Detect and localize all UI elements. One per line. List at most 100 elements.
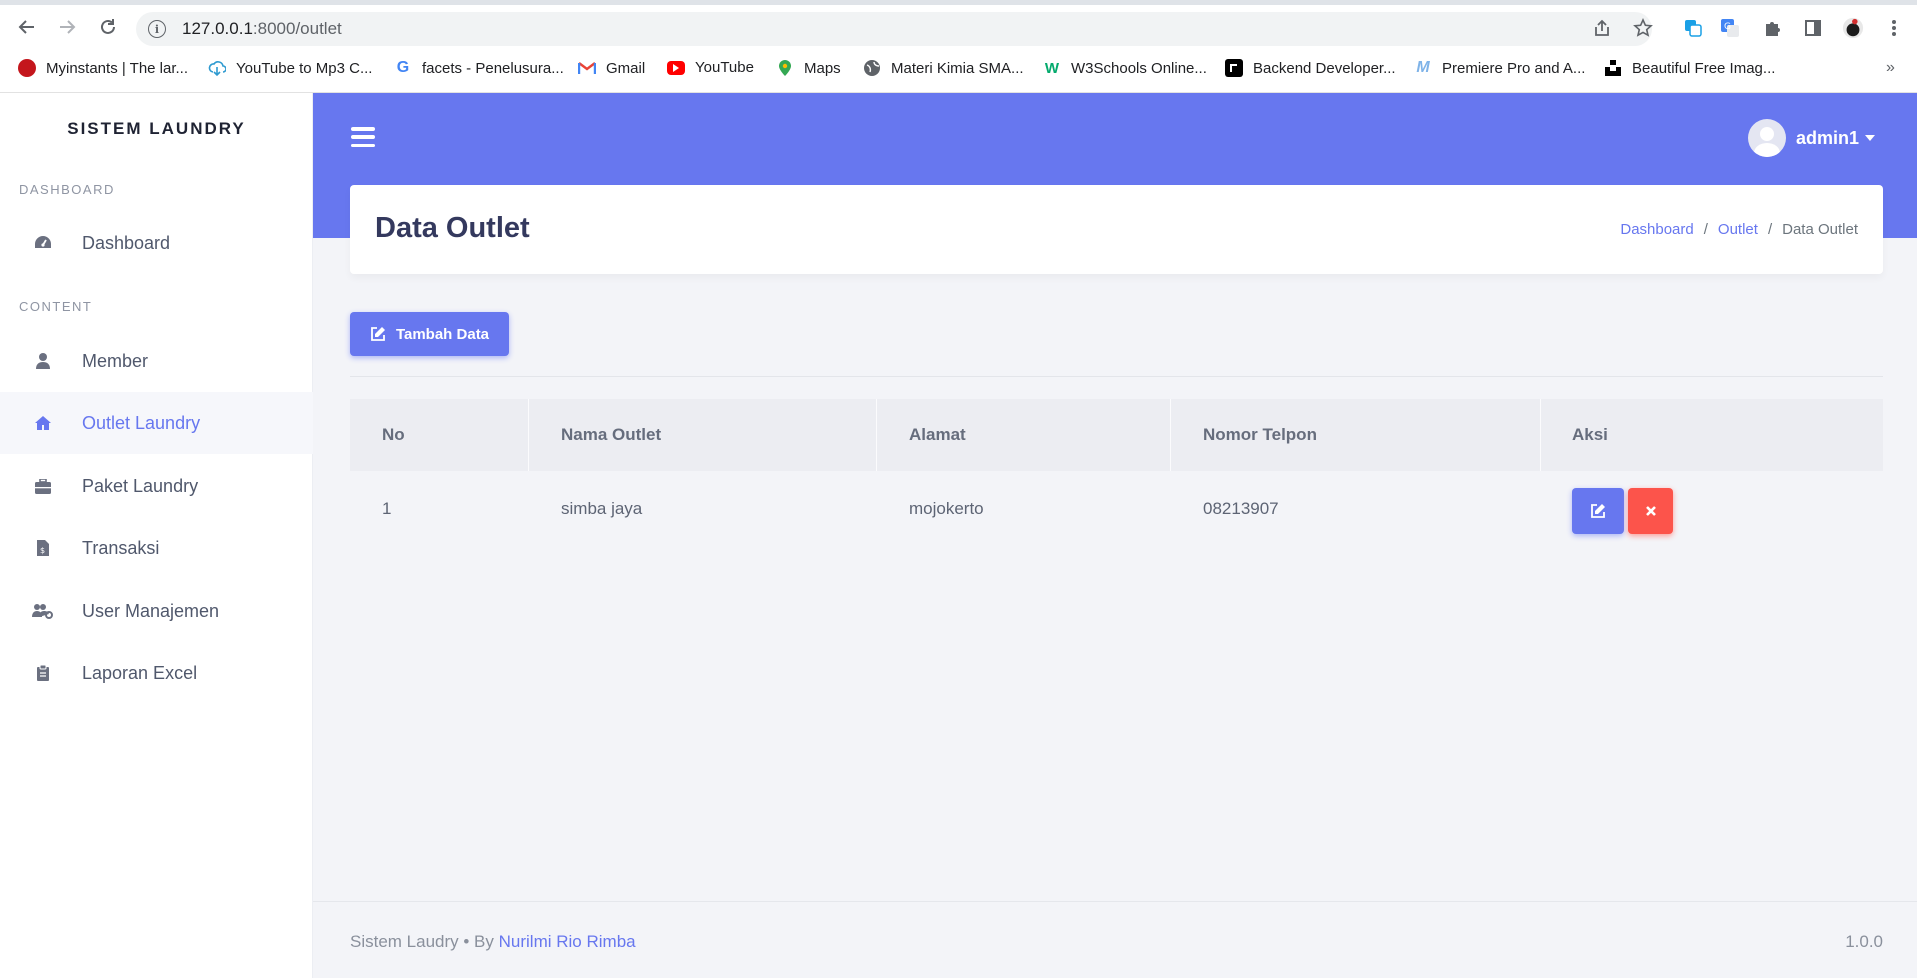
sidebar-item-outlet-laundry[interactable]: Outlet Laundry bbox=[0, 392, 313, 454]
download-cloud-icon bbox=[208, 59, 226, 77]
tab-strip bbox=[0, 0, 1917, 5]
bookmarks-bar: Myinstants | The lar... YouTube to Mp3 C… bbox=[0, 55, 1917, 85]
column-divider bbox=[1540, 399, 1541, 471]
bookmark-item[interactable]: W W3Schools Online... bbox=[1043, 59, 1207, 77]
sidebar-item-label: Outlet Laundry bbox=[82, 412, 201, 433]
roadmap-icon bbox=[1225, 59, 1243, 77]
speedometer-icon bbox=[32, 232, 54, 254]
maps-icon bbox=[776, 59, 794, 77]
sidebar-item-laporan-excel[interactable]: Laporan Excel bbox=[0, 642, 313, 704]
column-header-aksi: Aksi bbox=[1572, 425, 1608, 444]
sidebar-item-dashboard[interactable]: Dashboard bbox=[0, 212, 313, 274]
column-divider bbox=[876, 399, 877, 471]
column-header-nama-outlet[interactable]: Nama Outlet bbox=[561, 425, 661, 445]
invoice-icon: $ bbox=[32, 537, 54, 559]
divider bbox=[350, 376, 1883, 377]
edit-button[interactable] bbox=[1572, 488, 1624, 534]
avatar bbox=[1747, 119, 1786, 157]
address-bar[interactable]: i 127.0.0.1:8000/outlet bbox=[136, 12, 1652, 46]
footer-version: 1.0.0 bbox=[1845, 932, 1883, 951]
forward-icon[interactable] bbox=[55, 15, 79, 39]
bookmark-item[interactable]: Gfacets - Penelusura... bbox=[394, 59, 564, 77]
sidebar: SISTEM LAUNDRY DASHBOARD Dashboard CONTE… bbox=[0, 93, 313, 978]
delete-button[interactable] bbox=[1628, 488, 1673, 534]
breadcrumb-dashboard[interactable]: Dashboard bbox=[1620, 221, 1693, 238]
svg-text:G: G bbox=[1724, 22, 1731, 32]
site-info-icon[interactable]: i bbox=[148, 20, 166, 38]
table-header: No Nama Outlet Alamat Nomor Telpon Aksi bbox=[350, 399, 1883, 471]
sidebar-item-paket-laundry[interactable]: Paket Laundry bbox=[0, 455, 313, 517]
bookmark-item[interactable]: M Premiere Pro and A... bbox=[1414, 59, 1585, 77]
table-row: 1 simba jaya mojokerto 08213907 bbox=[350, 471, 1883, 549]
add-data-label: Tambah Data bbox=[395, 325, 490, 343]
bookmark-item[interactable]: YouTube bbox=[667, 59, 754, 76]
edit-icon bbox=[370, 326, 386, 342]
edit-icon bbox=[1590, 503, 1606, 519]
section-label-dashboard: DASHBOARD bbox=[19, 182, 115, 197]
sidebar-item-label: User Manajemen bbox=[82, 600, 220, 621]
back-icon[interactable] bbox=[15, 15, 39, 39]
users-cog-icon bbox=[32, 600, 54, 622]
browser-chrome: i 127.0.0.1:8000/outlet G Myinstants | T… bbox=[0, 0, 1917, 93]
cell-nomor-telpon: 08213907 bbox=[1203, 499, 1279, 518]
page-title: Data Outlet bbox=[375, 212, 530, 244]
side-panel-icon[interactable] bbox=[1802, 17, 1824, 39]
breadcrumb-separator: / bbox=[1767, 221, 1773, 238]
more-bookmarks-icon[interactable]: » bbox=[1886, 59, 1895, 77]
breadcrumb-separator: / bbox=[1703, 221, 1708, 238]
breadcrumb-outlet[interactable]: Outlet bbox=[1718, 221, 1758, 238]
footer: Sistem Laudry • By Nurilmi Rio Rimba 1.0… bbox=[313, 901, 1917, 978]
sidebar-item-label: Laporan Excel bbox=[82, 662, 198, 683]
sidebar-item-transaksi[interactable]: $ Transaksi bbox=[0, 517, 313, 579]
bookmark-item[interactable]: Gmail bbox=[578, 59, 645, 77]
brand-title[interactable]: SISTEM LAUNDRY bbox=[0, 119, 313, 139]
user-icon bbox=[32, 350, 54, 372]
reload-icon[interactable] bbox=[96, 15, 120, 39]
footer-text: Sistem Laudry • By bbox=[350, 932, 494, 951]
sidebar-item-member[interactable]: Member bbox=[0, 330, 313, 392]
outlet-table: No Nama Outlet Alamat Nomor Telpon Aksi … bbox=[350, 399, 1883, 534]
section-header: Data Outlet Dashboard / Outlet / Data Ou… bbox=[350, 185, 1883, 274]
bookmark-item[interactable]: Backend Developer... bbox=[1225, 59, 1396, 77]
chrome-menu-icon[interactable] bbox=[1883, 17, 1905, 39]
briefcase-icon bbox=[32, 475, 54, 497]
profile-avatar-icon[interactable] bbox=[1842, 17, 1864, 39]
close-icon bbox=[1645, 505, 1657, 517]
column-header-no[interactable]: No bbox=[382, 425, 405, 445]
column-divider bbox=[1170, 399, 1171, 471]
sidebar-item-user-manajemen[interactable]: User Manajemen bbox=[0, 580, 313, 642]
gmail-icon bbox=[578, 59, 596, 77]
unsplash-icon bbox=[1604, 59, 1622, 77]
bookmark-item[interactable]: Maps bbox=[776, 59, 841, 77]
add-data-button[interactable]: Tambah Data bbox=[350, 312, 509, 356]
bookmark-item[interactable]: YouTube to Mp3 C... bbox=[208, 59, 372, 77]
chevron-down-icon bbox=[1865, 135, 1875, 141]
column-header-alamat[interactable]: Alamat bbox=[909, 425, 966, 445]
sidebar-item-label: Transaksi bbox=[82, 537, 160, 558]
section-label-content: CONTENT bbox=[19, 299, 93, 314]
cell-nama-outlet: simba jaya bbox=[561, 499, 643, 518]
home-icon bbox=[32, 412, 54, 434]
share-icon[interactable] bbox=[1591, 17, 1613, 39]
column-header-nomor-telpon[interactable]: Nomor Telpon bbox=[1203, 425, 1317, 445]
bookmark-item[interactable]: Myinstants | The lar... bbox=[18, 59, 188, 77]
extension-translate-icon[interactable] bbox=[1682, 17, 1704, 39]
username: admin1 bbox=[1795, 127, 1859, 148]
google-translate-icon[interactable]: G bbox=[1719, 17, 1741, 39]
myinstants-icon bbox=[18, 59, 36, 77]
svg-text:$: $ bbox=[40, 546, 45, 555]
star-icon[interactable] bbox=[1632, 17, 1654, 39]
cell-no: 1 bbox=[382, 499, 392, 518]
puzzle-icon[interactable] bbox=[1761, 17, 1783, 39]
footer-author-link[interactable]: Nurilmi Rio Rimba bbox=[499, 932, 636, 951]
sidebar-item-label: Dashboard bbox=[82, 232, 171, 253]
sidebar-item-label: Paket Laundry bbox=[82, 475, 199, 496]
bookmark-item[interactable]: Beautiful Free Imag... bbox=[1604, 59, 1775, 77]
hamburger-menu-icon[interactable] bbox=[351, 127, 375, 147]
bookmark-item[interactable]: Materi Kimia SMA... bbox=[863, 59, 1024, 77]
w3schools-icon: W bbox=[1044, 59, 1060, 77]
user-dropdown[interactable]: admin1 bbox=[1747, 119, 1875, 157]
url-text: 127.0.0.1:8000/outlet bbox=[182, 19, 342, 38]
footer-credit: Sistem Laudry • By Nurilmi Rio Rimba bbox=[350, 932, 636, 952]
premiere-icon: M bbox=[1416, 59, 1430, 76]
